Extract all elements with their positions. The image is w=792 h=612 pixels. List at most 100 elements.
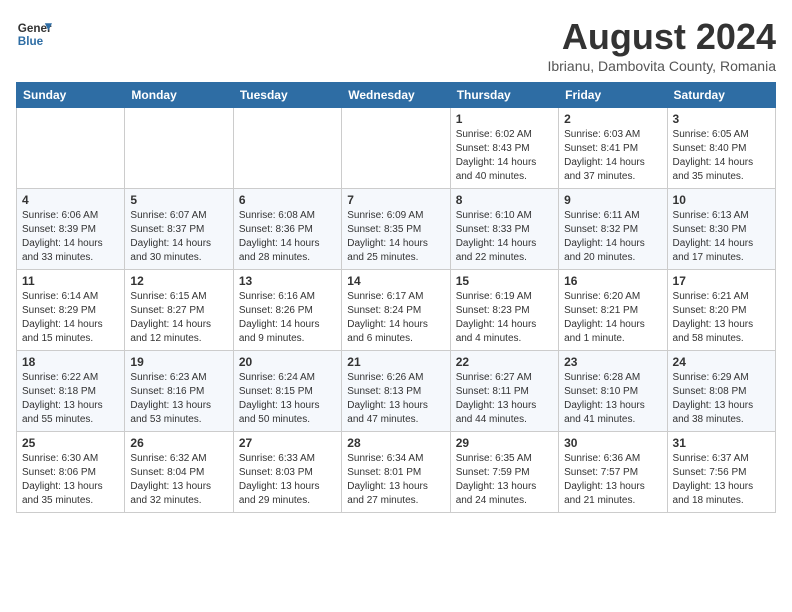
day-number: 10 [673,193,770,207]
day-info: Sunrise: 6:13 AM Sunset: 8:30 PM Dayligh… [673,209,770,265]
day-info: Sunrise: 6:19 AM Sunset: 8:23 PM Dayligh… [456,290,553,346]
day-number: 29 [456,436,553,450]
day-number: 11 [22,274,119,288]
day-info: Sunrise: 6:11 AM Sunset: 8:32 PM Dayligh… [564,209,661,265]
weekday-header: Sunday [17,83,125,108]
day-info: Sunrise: 6:23 AM Sunset: 8:16 PM Dayligh… [130,371,227,427]
day-number: 3 [673,112,770,126]
day-number: 9 [564,193,661,207]
day-number: 22 [456,355,553,369]
calendar-cell: 28Sunrise: 6:34 AM Sunset: 8:01 PM Dayli… [342,432,450,513]
day-info: Sunrise: 6:33 AM Sunset: 8:03 PM Dayligh… [239,452,336,508]
day-info: Sunrise: 6:16 AM Sunset: 8:26 PM Dayligh… [239,290,336,346]
calendar-cell: 7 Sunrise: 6:09 AM Sunset: 8:35 PM Daylig… [342,189,450,270]
calendar-week-row: 1 Sunrise: 6:02 AM Sunset: 8:43 PM Daylig… [17,108,776,189]
day-number: 6 [239,193,336,207]
calendar-cell: 14Sunrise: 6:17 AM Sunset: 8:24 PM Dayli… [342,270,450,351]
calendar-cell [17,108,125,189]
day-info: Sunrise: 6:37 AM Sunset: 7:56 PM Dayligh… [673,452,770,508]
calendar-header-row: SundayMondayTuesdayWednesdayThursdayFrid… [17,83,776,108]
day-info: Sunrise: 6:21 AM Sunset: 8:20 PM Dayligh… [673,290,770,346]
day-info: Sunrise: 6:20 AM Sunset: 8:21 PM Dayligh… [564,290,661,346]
calendar-cell: 5Sunrise: 6:07 AM Sunset: 8:37 PM Daylig… [125,189,233,270]
day-info: Sunrise: 6:09 AM Sunset: 8:35 PM Dayligh… [347,209,444,265]
day-info: Sunrise: 6:14 AM Sunset: 8:29 PM Dayligh… [22,290,119,346]
calendar-cell: 3 Sunrise: 6:05 AM Sunset: 8:40 PM Daylig… [667,108,775,189]
weekday-header: Tuesday [233,83,341,108]
calendar-cell: 6 Sunrise: 6:08 AM Sunset: 8:36 PM Daylig… [233,189,341,270]
day-info: Sunrise: 6:34 AM Sunset: 8:01 PM Dayligh… [347,452,444,508]
day-info: Sunrise: 6:10 AM Sunset: 8:33 PM Dayligh… [456,209,553,265]
svg-text:Blue: Blue [18,35,44,48]
calendar-cell: 20 Sunrise: 6:24 AM Sunset: 8:15 PM Dayli… [233,351,341,432]
day-number: 21 [347,355,444,369]
calendar-cell: 4 Sunrise: 6:06 AM Sunset: 8:39 PM Daylig… [17,189,125,270]
day-info: Sunrise: 6:36 AM Sunset: 7:57 PM Dayligh… [564,452,661,508]
calendar-cell: 27Sunrise: 6:33 AM Sunset: 8:03 PM Dayli… [233,432,341,513]
calendar-cell: 17 Sunrise: 6:21 AM Sunset: 8:20 PM Dayli… [667,270,775,351]
day-number: 25 [22,436,119,450]
day-info: Sunrise: 6:08 AM Sunset: 8:36 PM Dayligh… [239,209,336,265]
day-number: 17 [673,274,770,288]
weekday-header: Wednesday [342,83,450,108]
calendar-week-row: 4 Sunrise: 6:06 AM Sunset: 8:39 PM Daylig… [17,189,776,270]
calendar-cell: 24 Sunrise: 6:29 AM Sunset: 8:08 PM Dayli… [667,351,775,432]
day-info: Sunrise: 6:35 AM Sunset: 7:59 PM Dayligh… [456,452,553,508]
calendar-cell: 18 Sunrise: 6:22 AM Sunset: 8:18 PM Dayli… [17,351,125,432]
calendar-cell: 22 Sunrise: 6:27 AM Sunset: 8:11 PM Dayli… [450,351,558,432]
day-number: 31 [673,436,770,450]
calendar-cell: 2 Sunrise: 6:03 AM Sunset: 8:41 PM Daylig… [559,108,667,189]
calendar-cell: 9 Sunrise: 6:11 AM Sunset: 8:32 PM Daylig… [559,189,667,270]
calendar-cell: 12Sunrise: 6:15 AM Sunset: 8:27 PM Dayli… [125,270,233,351]
weekday-header: Monday [125,83,233,108]
day-number: 20 [239,355,336,369]
day-number: 14 [347,274,444,288]
day-number: 1 [456,112,553,126]
page-header: General Blue General Blue August 2024 Ib… [16,16,776,74]
day-info: Sunrise: 6:22 AM Sunset: 8:18 PM Dayligh… [22,371,119,427]
day-number: 15 [456,274,553,288]
day-number: 12 [130,274,227,288]
calendar-cell: 29 Sunrise: 6:35 AM Sunset: 7:59 PM Dayli… [450,432,558,513]
day-info: Sunrise: 6:05 AM Sunset: 8:40 PM Dayligh… [673,128,770,184]
day-number: 16 [564,274,661,288]
day-info: Sunrise: 6:28 AM Sunset: 8:10 PM Dayligh… [564,371,661,427]
weekday-header: Friday [559,83,667,108]
calendar-cell: 16 Sunrise: 6:20 AM Sunset: 8:21 PM Dayli… [559,270,667,351]
calendar-cell [125,108,233,189]
calendar-cell: 1 Sunrise: 6:02 AM Sunset: 8:43 PM Daylig… [450,108,558,189]
calendar-cell [342,108,450,189]
day-info: Sunrise: 6:02 AM Sunset: 8:43 PM Dayligh… [456,128,553,184]
calendar-cell: 31 Sunrise: 6:37 AM Sunset: 7:56 PM Dayli… [667,432,775,513]
day-number: 2 [564,112,661,126]
day-number: 7 [347,193,444,207]
day-info: Sunrise: 6:26 AM Sunset: 8:13 PM Dayligh… [347,371,444,427]
day-number: 24 [673,355,770,369]
calendar-cell: 10 Sunrise: 6:13 AM Sunset: 8:30 PM Dayli… [667,189,775,270]
calendar-cell: 26Sunrise: 6:32 AM Sunset: 8:04 PM Dayli… [125,432,233,513]
calendar-table: SundayMondayTuesdayWednesdayThursdayFrid… [16,82,776,513]
day-info: Sunrise: 6:29 AM Sunset: 8:08 PM Dayligh… [673,371,770,427]
day-number: 4 [22,193,119,207]
month-title: August 2024 [547,16,776,58]
calendar-cell [233,108,341,189]
day-number: 8 [456,193,553,207]
calendar-week-row: 25Sunrise: 6:30 AM Sunset: 8:06 PM Dayli… [17,432,776,513]
day-info: Sunrise: 6:07 AM Sunset: 8:37 PM Dayligh… [130,209,227,265]
calendar-week-row: 11 Sunrise: 6:14 AM Sunset: 8:29 PM Dayli… [17,270,776,351]
day-info: Sunrise: 6:03 AM Sunset: 8:41 PM Dayligh… [564,128,661,184]
calendar-week-row: 18 Sunrise: 6:22 AM Sunset: 8:18 PM Dayli… [17,351,776,432]
calendar-cell: 11 Sunrise: 6:14 AM Sunset: 8:29 PM Dayli… [17,270,125,351]
day-number: 23 [564,355,661,369]
calendar-cell: 15 Sunrise: 6:19 AM Sunset: 8:23 PM Dayli… [450,270,558,351]
calendar-cell: 13Sunrise: 6:16 AM Sunset: 8:26 PM Dayli… [233,270,341,351]
location: Ibrianu, Dambovita County, Romania [547,58,776,74]
weekday-header: Thursday [450,83,558,108]
calendar-cell: 8 Sunrise: 6:10 AM Sunset: 8:33 PM Daylig… [450,189,558,270]
day-number: 19 [130,355,227,369]
day-info: Sunrise: 6:06 AM Sunset: 8:39 PM Dayligh… [22,209,119,265]
day-number: 18 [22,355,119,369]
day-info: Sunrise: 6:32 AM Sunset: 8:04 PM Dayligh… [130,452,227,508]
day-info: Sunrise: 6:27 AM Sunset: 8:11 PM Dayligh… [456,371,553,427]
day-info: Sunrise: 6:24 AM Sunset: 8:15 PM Dayligh… [239,371,336,427]
